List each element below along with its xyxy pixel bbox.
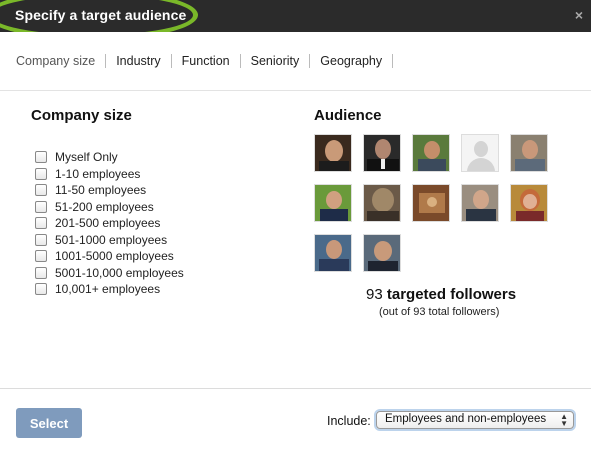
include-label: Include: (327, 414, 371, 428)
audience-heading: Audience (314, 107, 382, 124)
follower-count-label: targeted followers (386, 286, 517, 303)
checkbox[interactable] (35, 233, 47, 246)
list-item: 5001-10,000 employees (35, 265, 184, 282)
avatar[interactable] (363, 134, 401, 172)
checkbox-label: Myself Only (55, 150, 118, 165)
avatar[interactable] (510, 184, 548, 222)
checkbox[interactable] (35, 217, 47, 230)
select-button[interactable]: Select (16, 408, 82, 438)
checkbox[interactable] (35, 200, 47, 213)
avatar[interactable] (363, 234, 401, 272)
checkbox[interactable] (35, 184, 47, 197)
follower-count: 93 (366, 286, 383, 303)
checkbox[interactable] (35, 151, 47, 164)
checkbox[interactable] (35, 283, 47, 296)
total-followers-note: (out of 93 total followers) (379, 306, 500, 318)
tab-company-size[interactable]: Company size (12, 54, 107, 68)
avatar[interactable] (412, 184, 450, 222)
dialog-footer: Select Include: Employees and non-employ… (0, 388, 591, 456)
company-size-checklist: Myself Only 1-10 employees 11-50 employe… (35, 149, 184, 298)
include-select[interactable]: Employees and non-employees ▲ ▼ (376, 411, 574, 429)
tab-industry[interactable]: Industry (106, 54, 172, 68)
company-size-heading: Company size (31, 107, 132, 124)
checkbox-label: 5001-10,000 employees (55, 265, 184, 280)
list-item: 51-200 employees (35, 199, 184, 216)
targeted-followers-count: 93 targeted followers (366, 286, 516, 303)
checkbox-label: 201-500 employees (55, 216, 161, 231)
avatar[interactable] (363, 184, 401, 222)
filter-tabs: Company size Industry Function Seniority… (0, 32, 591, 91)
avatar[interactable] (461, 184, 499, 222)
checkbox[interactable] (35, 167, 47, 180)
avatar[interactable] (461, 134, 499, 172)
close-icon[interactable]: × (575, 7, 583, 23)
list-item: 10,001+ employees (35, 281, 184, 298)
list-item: 1-10 employees (35, 166, 184, 183)
tab-geography[interactable]: Geography (310, 54, 394, 68)
list-item: 201-500 employees (35, 215, 184, 232)
checkbox-label: 501-1000 employees (55, 232, 168, 247)
avatar[interactable] (314, 134, 352, 172)
avatar[interactable] (412, 134, 450, 172)
list-item: 501-1000 employees (35, 232, 184, 249)
checkbox-label: 1-10 employees (55, 166, 141, 181)
updown-arrows-icon: ▲ ▼ (560, 412, 568, 428)
checkbox-label: 11-50 employees (55, 183, 147, 198)
checkbox-label: 51-200 employees (55, 199, 154, 214)
checkbox-label: 10,001+ employees (55, 282, 161, 297)
include-select-value: Employees and non-employees (385, 413, 547, 425)
checkbox[interactable] (35, 266, 47, 279)
list-item: 1001-5000 employees (35, 248, 184, 265)
avatar[interactable] (510, 134, 548, 172)
tab-seniority[interactable]: Seniority (241, 54, 311, 68)
dialog-titlebar: Specify a target audience × (0, 0, 591, 40)
avatar[interactable] (314, 234, 352, 272)
checkbox-label: 1001-5000 employees (55, 249, 174, 264)
checkbox[interactable] (35, 250, 47, 263)
list-item: Myself Only (35, 149, 184, 166)
list-item: 11-50 employees (35, 182, 184, 199)
tab-function[interactable]: Function (172, 54, 241, 68)
dialog-title: Specify a target audience (15, 7, 187, 23)
avatar[interactable] (314, 184, 352, 222)
